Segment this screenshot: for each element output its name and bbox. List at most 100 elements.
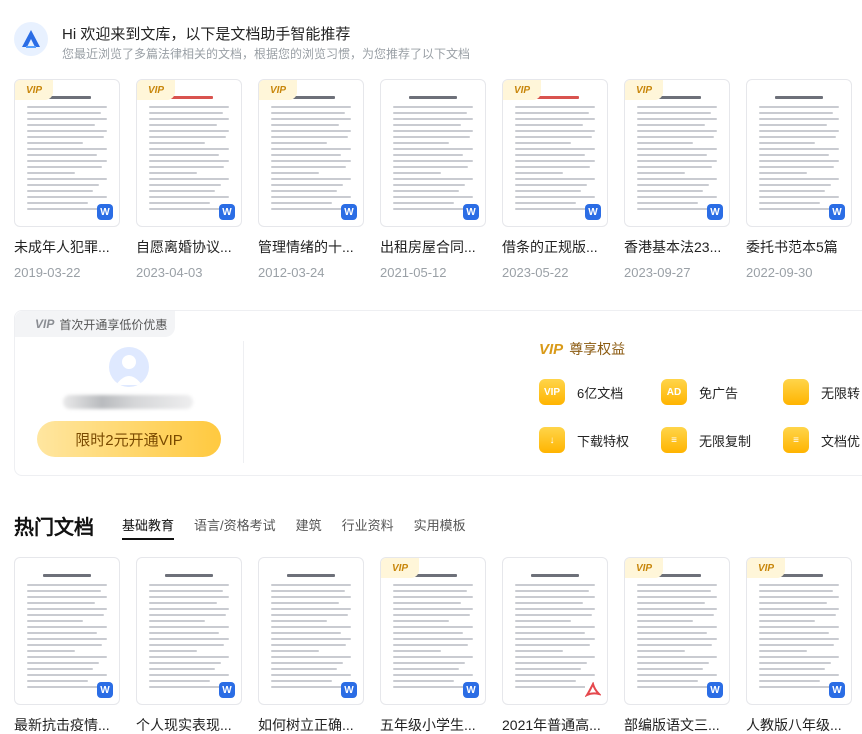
doc-thumbnail[interactable]: VIP W [258,79,364,227]
vip-badge-icon: VIP [15,80,53,100]
hot-docs-title: 热门文档 [14,517,94,539]
benefit-label: 6亿文档 [577,385,624,401]
vip-doc-icon: VIP [539,379,565,405]
doc-title[interactable]: 借条的正规版... [502,237,608,257]
assistant-logo-icon [14,22,48,56]
doc-title[interactable]: 未成年人犯罪... [14,237,120,257]
doc-thumbnail[interactable]: W [136,557,242,705]
vip-promo-panel: VIP 首次开通享低价优惠 限时2元开通VIP VIP 尊享权益 VIP 6亿文档… [14,310,862,476]
word-file-icon: W [829,204,845,220]
hot-doc-card[interactable]: W 最新抗击疫情... [14,557,120,734]
greeting-subtitle: 您最近浏览了多篇法律相关的文档，根据您的浏览习惯，为您推荐了以下文档 [62,47,471,61]
hot-doc-card[interactable]: VIP W 五年级小学生... [380,557,486,734]
doc-title[interactable]: 管理情绪的十... [258,237,364,257]
doc-date: 2023-09-27 [624,265,691,280]
vip-badge-icon: VIP [259,80,297,100]
word-file-icon: W [97,682,113,698]
doc-thumbnail[interactable]: W [380,79,486,227]
word-file-icon: W [219,682,235,698]
doc-page-preview [759,94,839,212]
word-file-icon: W [341,682,357,698]
doc-title[interactable]: 2021年普通高... [502,715,608,734]
recommended-doc-card[interactable]: VIP W 管理情绪的十... 2012-03-24 [258,79,364,280]
vip-badge-icon: VIP [625,558,663,578]
recommended-doc-card[interactable]: VIP W 未成年人犯罪... 2019-03-22 [14,79,120,280]
doc-thumbnail[interactable]: VIP W [380,557,486,705]
doc-title[interactable]: 如何树立正确... [258,715,364,734]
vip-tab-label: 首次开通享低价优惠 [59,317,168,332]
hot-docs-tabs: 基础教育 语言/资格考试 建筑 行业资料 实用模板 [122,515,486,540]
doc-date: 2021-05-12 [380,265,447,280]
doc-title[interactable]: 部编版语文三... [624,715,730,734]
word-file-icon: W [463,204,479,220]
word-file-icon: W [829,682,845,698]
doc-date: 2019-03-22 [14,265,81,280]
doc-page-preview [271,94,351,212]
word-file-icon: W [463,682,479,698]
recommended-doc-card[interactable]: VIP W 借条的正规版... 2023-05-22 [502,79,608,280]
divider [243,341,244,463]
doc-title[interactable]: 最新抗击疫情... [14,715,120,734]
doc-page-preview [393,572,473,690]
benefit-label: 文档优 [821,433,861,449]
doc-page-preview [393,94,473,212]
doc-thumbnail[interactable]: W [258,557,364,705]
hot-doc-card[interactable]: 2021年普通高... [502,557,608,734]
recommended-doc-card[interactable]: VIP W 自愿离婚协议... 2023-04-03 [136,79,242,280]
vip-mark-icon: VIP [539,340,564,358]
doc-title[interactable]: 自愿离婚协议... [136,237,242,257]
doc-thumbnail[interactable]: VIP W [502,79,608,227]
benefit-label: 无限复制 [699,433,752,449]
doc-thumbnail[interactable]: W [14,557,120,705]
word-file-icon: W [707,204,723,220]
hot-doc-card[interactable]: W 如何树立正确... [258,557,364,734]
open-vip-button[interactable]: 限时2元开通VIP [37,421,221,457]
word-file-icon: W [585,204,601,220]
benefit-label: 下载特权 [577,433,630,449]
recommend-header: Hi 欢迎来到文库，以下是文档助手智能推荐 您最近浏览了多篇法律相关的文档，根据… [14,20,854,64]
doc-date: 2012-03-24 [258,265,325,280]
avatar[interactable] [109,347,149,387]
recommended-doc-card[interactable]: W 委托书范本5篇 2022-09-30 [746,79,852,280]
benefit-label: 无限转 [821,385,861,401]
doc-title[interactable]: 个人现实表现... [136,715,242,734]
benefit-item: ↓ 下载特权 [539,427,629,453]
doc-date: 2023-04-03 [136,265,203,280]
benefit-item: VIP 6亿文档 [539,379,623,405]
download-icon: ↓ [539,427,565,453]
hot-doc-card[interactable]: W 个人现实表现... [136,557,242,734]
doc-thumbnail[interactable]: VIP W [624,557,730,705]
recommended-doc-card[interactable]: W 出租房屋合同... 2021-05-12 [380,79,486,280]
doc-thumbnail[interactable]: VIP W [136,79,242,227]
doc-thumbnail[interactable]: VIP W [624,79,730,227]
vip-first-open-tab: VIP 首次开通享低价优惠 [15,311,175,337]
doc-thumbnail[interactable]: VIP W [746,557,852,705]
pdf-file-icon [585,682,601,698]
doc-title[interactable]: 出租房屋合同... [380,237,486,257]
doc-page-preview [149,572,229,690]
doc-title[interactable]: 香港基本法23... [624,237,730,257]
vip-badge-icon: VIP [503,80,541,100]
doc-title[interactable]: 五年级小学生... [380,715,486,734]
doc-thumbnail[interactable] [502,557,608,705]
recommended-doc-card[interactable]: VIP W 香港基本法23... 2023-09-27 [624,79,730,280]
benefit-item: 无限转 [783,379,860,405]
tab-hot-1[interactable]: 语言/资格考试 [194,515,276,540]
doc-thumbnail[interactable]: W [746,79,852,227]
tab-hot-3[interactable]: 行业资料 [342,515,394,540]
doc-page-preview [515,94,595,212]
hot-doc-card[interactable]: VIP W 人教版八年级... [746,557,852,734]
doc-date: 2023-05-22 [502,265,569,280]
doc-title[interactable]: 委托书范本5篇 [746,237,852,257]
doc-optimize-icon: ≡ [783,427,809,453]
hot-doc-card[interactable]: VIP W 部编版语文三... [624,557,730,734]
greeting-title: Hi 欢迎来到文库，以下是文档助手智能推荐 [62,26,351,43]
tab-hot-4[interactable]: 实用模板 [414,515,466,540]
tab-hot-0[interactable]: 基础教育 [122,515,175,540]
tab-hot-2[interactable]: 建筑 [296,515,322,540]
vip-badge-icon: VIP [137,80,175,100]
doc-date: 2022-09-30 [746,265,813,280]
doc-title[interactable]: 人教版八年级... [746,715,852,734]
benefit-item: ≡ 文档优 [783,427,860,453]
doc-thumbnail[interactable]: VIP W [14,79,120,227]
